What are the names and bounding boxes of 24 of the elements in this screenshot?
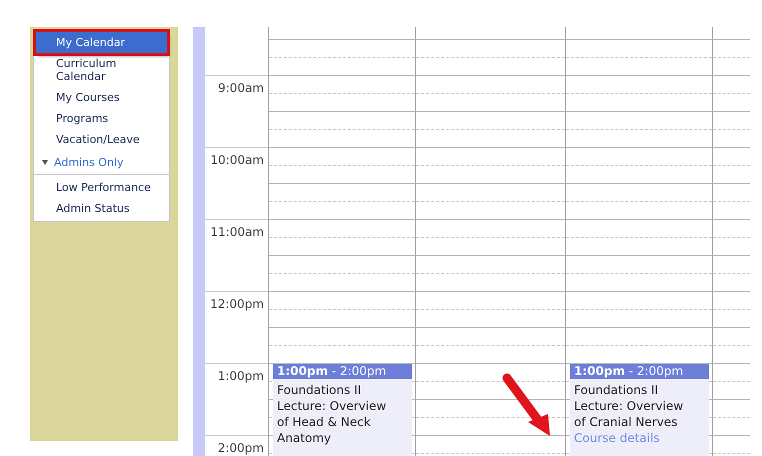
menu-item[interactable]: Programs (34, 108, 108, 129)
menu-item[interactable]: Curriculum Calendar (34, 53, 168, 87)
time-label: 10:00am (210, 153, 264, 167)
menu-item[interactable]: My Calendar (36, 32, 167, 53)
time-label: 12:00pm (210, 297, 264, 311)
time-label: 11:00am (210, 225, 264, 239)
pointer-arrow (502, 374, 550, 436)
menu-item[interactable]: Admin Status (34, 198, 130, 219)
event-title: Foundations II (276, 382, 362, 398)
menu-item[interactable]: Low Performance (34, 177, 151, 198)
event-title: Foundations II (573, 382, 660, 398)
section-header[interactable]: Admins Only (54, 156, 124, 169)
time-label: 1:00pm (218, 369, 264, 383)
calendar-event[interactable]: 1:00pm - 2:00pm Foundations II Lecture: Overview of Cranial Nerves Course details (570, 364, 709, 456)
calendar-event[interactable]: 1:00pm - 2:00pm Foundations II Lecture: Overview of Head & Neck Anatomy (273, 364, 412, 456)
collapse-triangle-icon[interactable] (42, 160, 48, 165)
time-label: 2:00pm (218, 441, 264, 455)
time-label: 9:00am (218, 81, 264, 95)
event-time: 1:00pm - 2:00pm (570, 364, 709, 379)
menu-item[interactable]: My Courses (34, 87, 120, 108)
event-time: 1:00pm - 2:00pm (273, 364, 412, 379)
menu-item[interactable]: Vacation/Leave (34, 129, 140, 150)
event-description: Lecture: Overview of Head & Neck Anatomy (276, 398, 388, 446)
event-description: Lecture: Overview of Cranial Nerves (573, 398, 684, 430)
